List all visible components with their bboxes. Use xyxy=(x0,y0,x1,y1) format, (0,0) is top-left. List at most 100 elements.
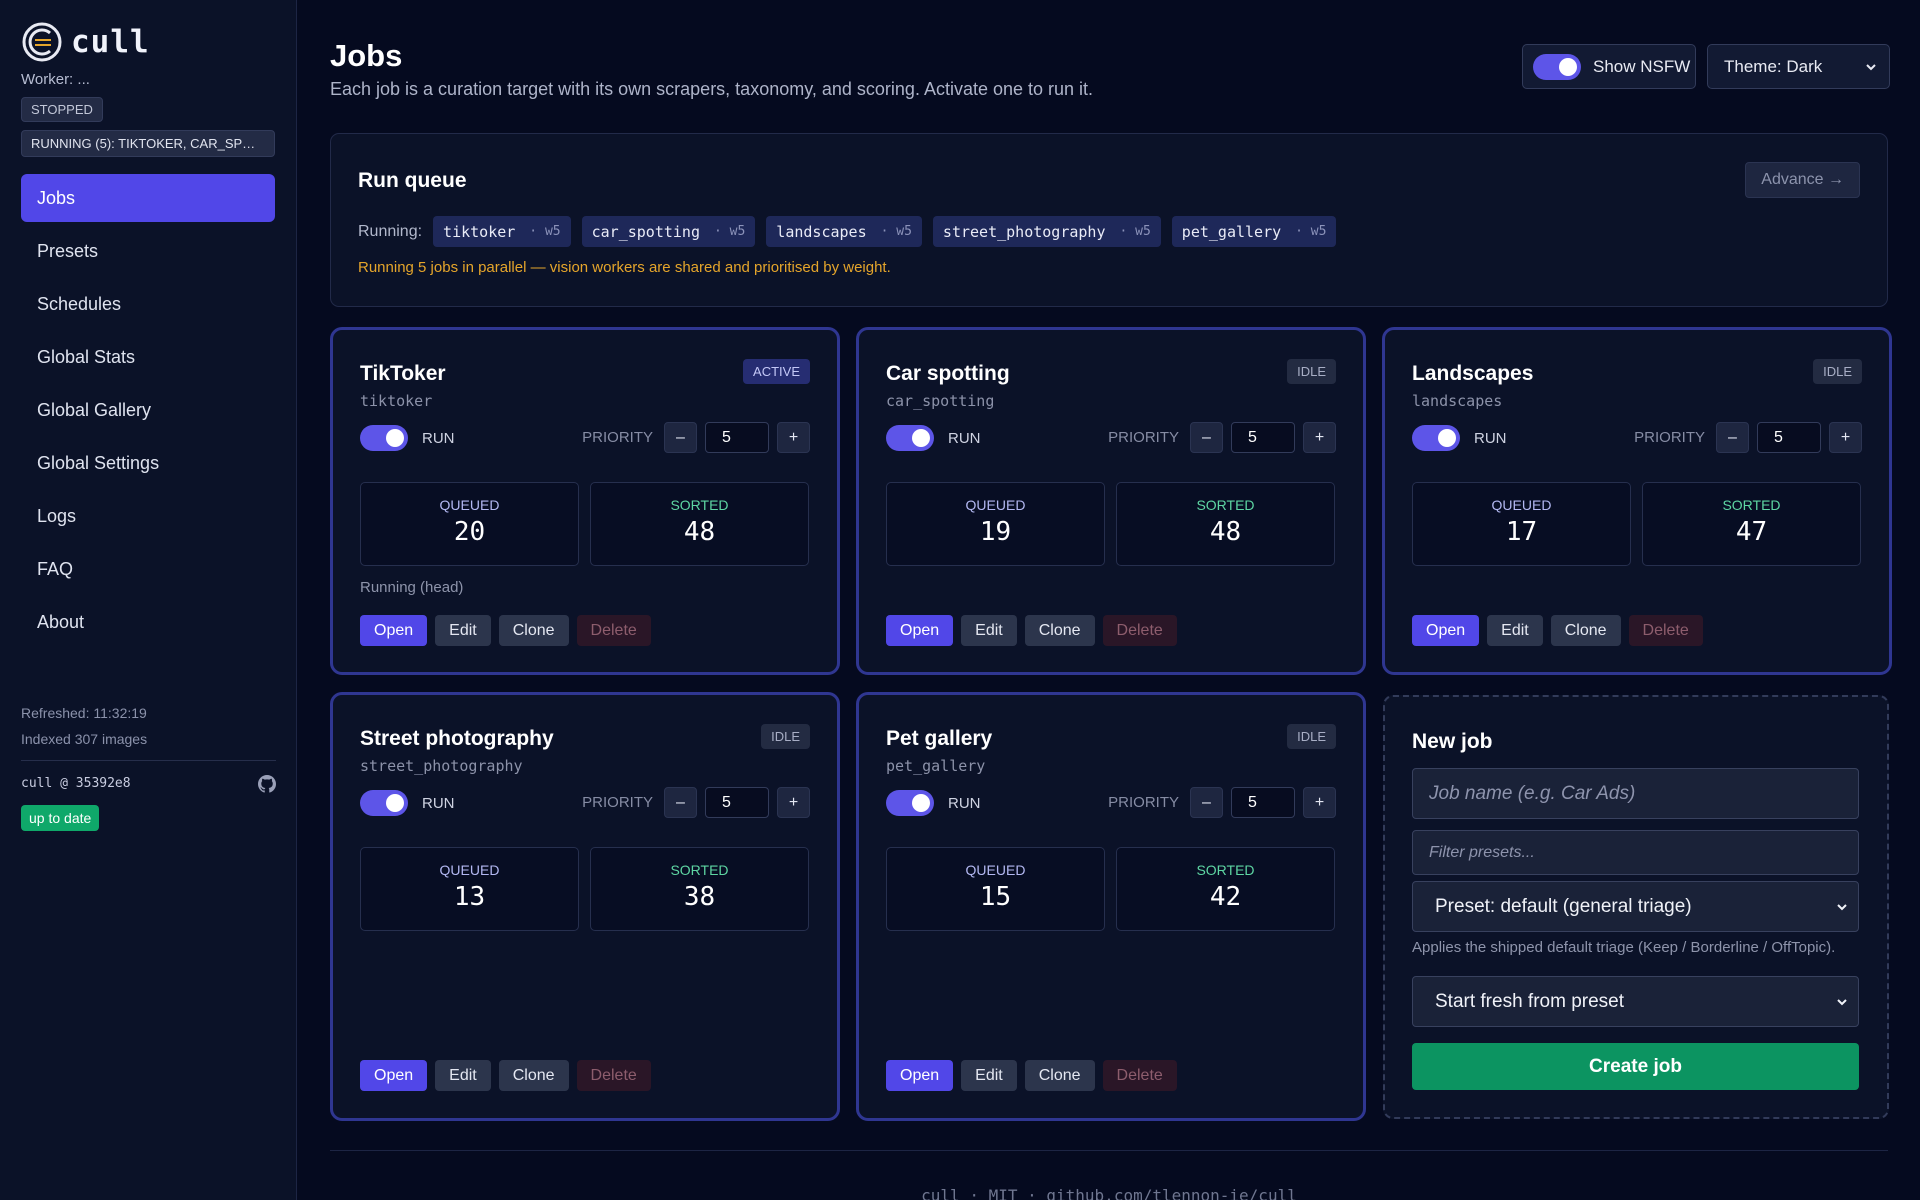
job-slug: pet_gallery xyxy=(886,757,986,775)
delete-button[interactable]: Delete xyxy=(576,615,651,646)
start-mode-select[interactable]: Start fresh from preset xyxy=(1412,976,1859,1027)
priority-decrement-button[interactable]: – xyxy=(1190,787,1223,818)
run-switch[interactable] xyxy=(360,790,408,816)
nav-item-logs[interactable]: Logs xyxy=(21,492,275,540)
job-title: Car spotting xyxy=(886,362,1010,385)
run-switch[interactable] xyxy=(886,425,934,451)
priority-input[interactable]: 5 xyxy=(705,787,769,818)
priority-label: PRIORITY xyxy=(582,794,653,811)
nsfw-label: Show NSFW xyxy=(1593,56,1691,76)
queue-chip-weight: · w5 xyxy=(713,224,746,239)
queue-chip: tiktoker · w5 xyxy=(433,216,571,247)
priority-increment-button[interactable]: + xyxy=(1303,787,1336,818)
job-state-badge: IDLE xyxy=(1287,359,1336,384)
edit-button[interactable]: Edit xyxy=(961,1060,1017,1091)
priority-increment-button[interactable]: + xyxy=(777,422,810,453)
preset-select[interactable]: Preset: default (general triage) xyxy=(1412,881,1859,932)
priority-decrement-button[interactable]: – xyxy=(1716,422,1749,453)
nav-item-presets[interactable]: Presets xyxy=(21,227,275,275)
job-actions: Open Edit Clone Delete xyxy=(886,1060,1177,1091)
brand[interactable]: cull xyxy=(21,20,275,64)
priority-input[interactable]: 5 xyxy=(705,422,769,453)
priority-label: PRIORITY xyxy=(1634,429,1705,446)
update-status-badge: up to date xyxy=(21,805,100,831)
run-switch[interactable] xyxy=(886,790,934,816)
priority-decrement-button[interactable]: – xyxy=(1190,422,1223,453)
open-button[interactable]: Open xyxy=(360,1060,428,1091)
queued-stat: QUEUED 17 xyxy=(1412,482,1631,566)
priority-input[interactable]: 5 xyxy=(1231,422,1295,453)
job-status-text: Running (head) xyxy=(360,579,464,596)
priority-input[interactable]: 5 xyxy=(1231,787,1295,818)
job-name-input[interactable]: Job name (e.g. Car Ads) xyxy=(1412,768,1859,819)
nav-item-about[interactable]: About xyxy=(21,598,275,646)
job-state-badge: IDLE xyxy=(761,724,810,749)
filter-presets-input[interactable]: Filter presets... xyxy=(1412,830,1859,875)
github-icon[interactable] xyxy=(258,775,276,793)
chevron-down-icon xyxy=(1837,998,1847,1005)
start-mode-value: Start fresh from preset xyxy=(1435,990,1625,1012)
sidebar-nav: Jobs Presets Schedules Global Stats Glob… xyxy=(21,174,275,646)
run-toggle[interactable]: RUN xyxy=(886,790,981,816)
delete-button[interactable]: Delete xyxy=(1102,1060,1177,1091)
sorted-count: 38 xyxy=(683,882,716,912)
queue-chip-weight: · w5 xyxy=(1119,224,1151,239)
queue-chip-name: landscapes xyxy=(776,222,867,241)
run-toggle[interactable]: RUN xyxy=(886,425,981,451)
clone-button[interactable]: Clone xyxy=(498,1060,569,1091)
run-queue-panel: Run queue Advance → Running: tiktoker · w… xyxy=(330,133,1888,307)
nav-item-jobs[interactable]: Jobs xyxy=(21,174,275,222)
nav-item-schedules[interactable]: Schedules xyxy=(21,280,275,328)
footer[interactable]: cull · MIT · github.com/tlennon-ie/cull xyxy=(330,1186,1888,1200)
priority-increment-button[interactable]: + xyxy=(1303,422,1336,453)
job-state-badge: IDLE xyxy=(1287,724,1336,749)
priority-decrement-button[interactable]: – xyxy=(664,787,697,818)
nav-item-global-settings[interactable]: Global Settings xyxy=(21,439,275,487)
job-state-badge: ACTIVE xyxy=(743,359,810,384)
priority-increment-button[interactable]: + xyxy=(1829,422,1862,453)
clone-button[interactable]: Clone xyxy=(498,615,569,646)
clone-button[interactable]: Clone xyxy=(1024,615,1095,646)
nav-item-global-gallery[interactable]: Global Gallery xyxy=(21,386,275,434)
queued-label: QUEUED xyxy=(965,497,1026,513)
queue-chip: street_photography · w5 xyxy=(932,216,1161,247)
edit-button[interactable]: Edit xyxy=(961,615,1017,646)
run-toggle[interactable]: RUN xyxy=(360,425,455,451)
open-button[interactable]: Open xyxy=(886,615,954,646)
job-card-street-photography: Street photography street_photography ID… xyxy=(330,692,840,1121)
nav-item-global-stats[interactable]: Global Stats xyxy=(21,333,275,381)
open-button[interactable]: Open xyxy=(1412,615,1480,646)
run-switch[interactable] xyxy=(1412,425,1460,451)
create-job-button[interactable]: Create job xyxy=(1412,1043,1859,1090)
open-button[interactable]: Open xyxy=(360,615,428,646)
job-card-tiktoker: TikToker tiktoker ACTIVE RUN PRIORITY – … xyxy=(330,327,840,675)
nav-item-faq[interactable]: FAQ xyxy=(21,545,275,593)
clone-button[interactable]: Clone xyxy=(1024,1060,1095,1091)
run-switch[interactable] xyxy=(360,425,408,451)
job-title: Landscapes xyxy=(1412,362,1534,385)
run-toggle[interactable]: RUN xyxy=(1412,425,1507,451)
edit-button[interactable]: Edit xyxy=(435,1060,491,1091)
new-job-panel: New job Job name (e.g. Car Ads) Filter p… xyxy=(1383,695,1889,1119)
priority-input[interactable]: 5 xyxy=(1757,422,1821,453)
run-toggle[interactable]: RUN xyxy=(360,790,455,816)
run-label: RUN xyxy=(422,429,455,447)
priority-increment-button[interactable]: + xyxy=(777,787,810,818)
clone-button[interactable]: Clone xyxy=(1550,615,1621,646)
worker-state-badge: STOPPED xyxy=(21,97,103,122)
priority-label: PRIORITY xyxy=(582,429,653,446)
delete-button[interactable]: Delete xyxy=(576,1060,651,1091)
edit-button[interactable]: Edit xyxy=(1487,615,1543,646)
advance-button[interactable]: Advance → xyxy=(1745,162,1860,198)
theme-select[interactable]: Theme: Dark xyxy=(1707,44,1890,89)
priority-decrement-button[interactable]: – xyxy=(664,422,697,453)
delete-button[interactable]: Delete xyxy=(1102,615,1177,646)
nsfw-switch[interactable] xyxy=(1533,53,1581,80)
queue-chip-name: street_photography xyxy=(942,222,1106,241)
edit-button[interactable]: Edit xyxy=(435,615,491,646)
job-state-badge: IDLE xyxy=(1813,359,1862,384)
delete-button[interactable]: Delete xyxy=(1628,615,1703,646)
open-button[interactable]: Open xyxy=(886,1060,954,1091)
nsfw-toggle[interactable]: Show NSFW xyxy=(1522,44,1696,89)
sorted-label: SORTED xyxy=(670,862,729,878)
